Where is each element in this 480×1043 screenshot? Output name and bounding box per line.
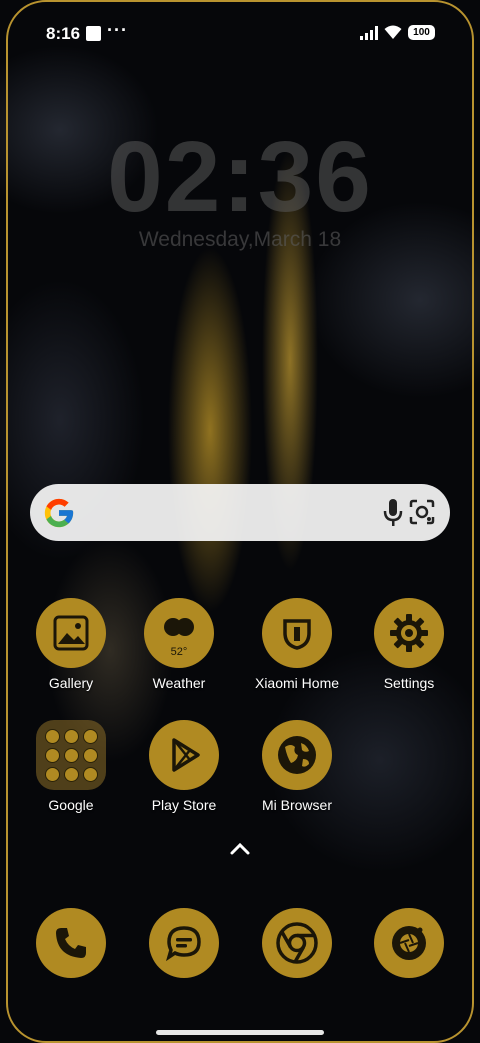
lens-camera-icon[interactable] (408, 498, 436, 526)
app-label: Play Store (151, 797, 217, 813)
app-weather[interactable]: 52° Weather (124, 598, 234, 691)
notification-app-icon (86, 26, 101, 41)
folder-label: Google (48, 797, 94, 813)
dock-chrome[interactable] (242, 908, 352, 978)
app-gallery[interactable]: Gallery (16, 598, 126, 691)
weather-cloud-icon: 52° (144, 598, 214, 668)
microphone-icon[interactable] (382, 498, 404, 528)
messages-icon (149, 908, 219, 978)
app-label: Settings (383, 675, 435, 691)
app-label: Xiaomi Home (254, 675, 340, 691)
app-label: Mi Browser (261, 797, 332, 813)
dock-phone[interactable] (16, 908, 126, 978)
chrome-icon (262, 908, 332, 978)
weather-temperature: 52° (170, 646, 188, 658)
app-settings[interactable]: Settings (354, 598, 464, 691)
home-gesture-bar[interactable] (156, 1030, 324, 1035)
app-label: Weather (152, 675, 206, 691)
phone-icon (36, 908, 106, 978)
battery-indicator: 100 (408, 25, 435, 40)
more-notifications-icon: ··· (107, 20, 128, 40)
folder-google[interactable]: Google (16, 720, 126, 813)
camera-icon (374, 908, 444, 978)
globe-icon (262, 720, 332, 790)
chevron-up-icon[interactable] (229, 842, 251, 856)
play-store-icon (149, 720, 219, 790)
xiaomi-home-icon (262, 598, 332, 668)
app-mi-browser[interactable]: Mi Browser (242, 720, 352, 813)
dock-messages[interactable] (129, 908, 239, 978)
wifi-icon (384, 25, 402, 39)
app-xiaomi-home[interactable]: Xiaomi Home (242, 598, 352, 691)
app-play-store[interactable]: Play Store (129, 720, 239, 813)
clock-widget-time[interactable]: 02:36 (0, 120, 480, 235)
status-bar: 8:16 ··· 100 (0, 20, 480, 46)
cellular-signal-icon (360, 26, 378, 40)
status-time: 8:16 (46, 24, 81, 43)
app-label: Gallery (48, 675, 94, 691)
folder-icon (36, 720, 106, 790)
home-screen: 8:16 ··· 100 02:36 Wednesday,March 18 Ga… (0, 0, 480, 1043)
image-icon (36, 598, 106, 668)
clock-widget-date[interactable]: Wednesday,March 18 (0, 228, 480, 252)
dock-camera[interactable] (354, 908, 464, 978)
google-search-bar[interactable] (30, 484, 450, 541)
google-logo (44, 498, 74, 528)
gear-icon (374, 598, 444, 668)
